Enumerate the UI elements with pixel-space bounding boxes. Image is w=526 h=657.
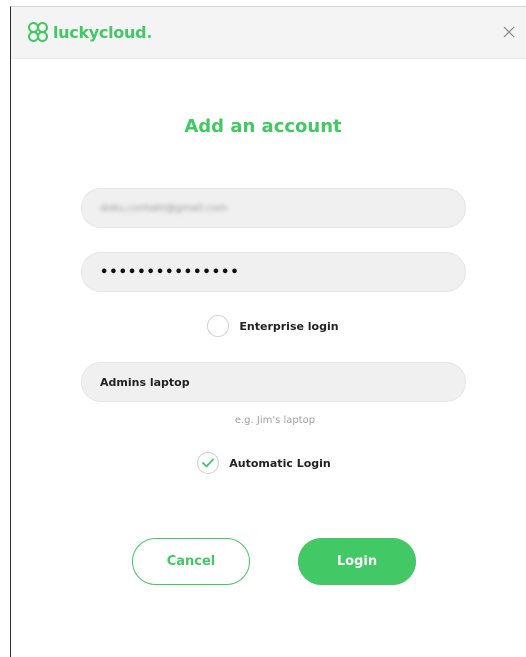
title-bar: luckycloud — [11, 7, 526, 59]
checkmark-icon — [202, 458, 215, 468]
email-value: doku.contakt@gmail.com — [100, 202, 228, 214]
device-name-hint: e.g. Jim's laptop — [234, 415, 316, 426]
password-field[interactable]: ••••••••••••••• — [81, 252, 466, 292]
enterprise-login-radio[interactable] — [207, 315, 230, 337]
password-value: ••••••••••••••• — [100, 264, 240, 280]
login-button[interactable]: Login — [298, 538, 416, 585]
device-name-value: Admins laptop — [100, 375, 190, 389]
device-name-field[interactable]: Admins laptop — [81, 362, 466, 402]
enterprise-login-option[interactable]: Enterprise login — [0, 315, 526, 337]
brand-logo: luckycloud — [27, 21, 152, 43]
close-button[interactable] — [499, 22, 519, 42]
brand-name: luckycloud — [53, 22, 147, 42]
dialog-title: Add an account — [184, 116, 342, 137]
email-field[interactable]: doku.contakt@gmail.com — [81, 188, 466, 228]
brand-dot — [148, 35, 152, 38]
automatic-login-label: Automatic Login — [229, 456, 331, 470]
enterprise-login-label: Enterprise login — [239, 319, 339, 333]
close-icon — [503, 26, 515, 38]
luckycloud-logo-icon — [28, 22, 48, 42]
automatic-login-checkbox[interactable] — [197, 452, 220, 474]
automatic-login-option[interactable]: Automatic Login — [0, 452, 526, 474]
cancel-button[interactable]: Cancel — [132, 538, 250, 585]
